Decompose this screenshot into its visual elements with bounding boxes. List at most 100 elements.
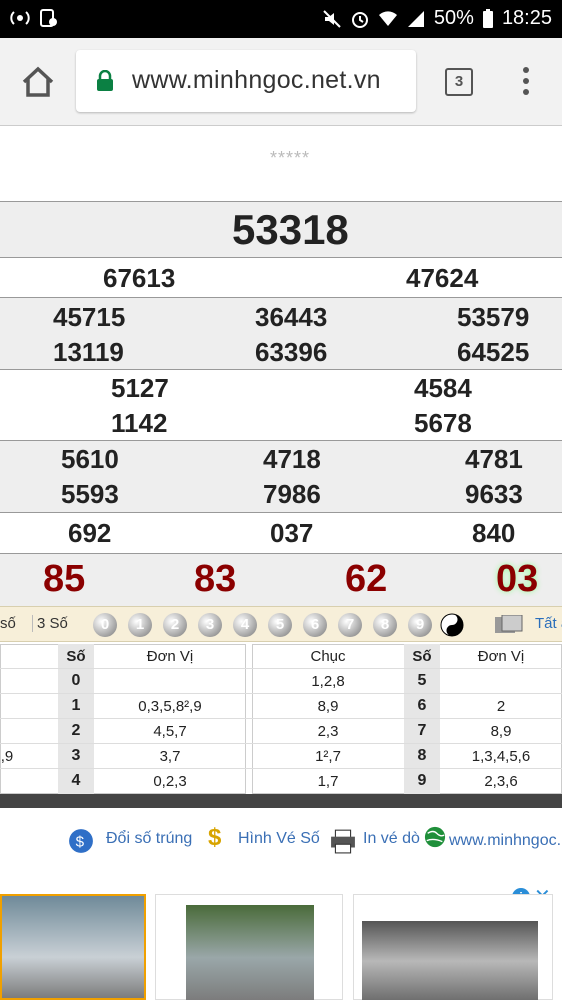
header-chuc: Chục — [310, 648, 346, 665]
prize-number: 45715 — [53, 302, 126, 332]
header-don-vi: Đơn Vị — [146, 648, 194, 665]
cell-so: 1 — [71, 697, 81, 714]
prize-number: 4781 — [465, 444, 523, 474]
prize-number: 5593 — [61, 479, 119, 509]
table-row: 0 1,2,8 5 — [0, 668, 562, 693]
home-icon[interactable] — [20, 64, 56, 100]
browser-toolbar: www.minhngoc.net.vn 3 — [0, 38, 562, 126]
loto-table: Số Đơn Vị Chục Số Đơn Vị 0 1,2,8 5 1 0,3… — [0, 644, 562, 804]
digit-filter-bar: số 3 Số 0 1 2 3 4 5 6 7 8 9 Tất a — [0, 606, 562, 642]
url-text: www.minhngoc.net.vn — [132, 66, 381, 94]
cell-chuc: 1,7 — [317, 773, 339, 790]
cell-so: 3 — [71, 747, 81, 764]
prize-number: 67613 — [103, 263, 176, 293]
stars-decoration: ***** — [269, 148, 311, 168]
ad-banner[interactable]: i ✕ — [0, 884, 562, 1000]
prize-number: 840 — [472, 518, 516, 548]
clock-time: 18:25 — [501, 7, 552, 29]
tab-switcher-button[interactable]: 3 — [445, 68, 473, 96]
link-in-ve-do[interactable]: In vé dò — [363, 830, 420, 848]
prize-1-row: 67613 47624 — [0, 257, 562, 297]
ad-image[interactable] — [353, 894, 553, 1000]
digit-ball-4[interactable]: 4 — [233, 613, 257, 637]
printer-icon — [331, 829, 355, 854]
tab-3-so[interactable]: 3 Số — [32, 615, 68, 632]
prize-number: 4718 — [263, 444, 321, 474]
prize-number: 62 — [345, 558, 388, 600]
table-row: 2 4,5,7 2,3 7 8,9 — [0, 718, 562, 743]
special-prize-row: 53318 — [0, 201, 562, 257]
dollar-icon: $ — [208, 824, 222, 851]
images-icon[interactable] — [494, 615, 524, 635]
digit-ball-6[interactable]: 6 — [303, 613, 327, 637]
digit-ball-3[interactable]: 3 — [198, 613, 222, 637]
prize-number: 83 — [194, 558, 237, 600]
prize-number: 037 — [270, 518, 314, 548]
mute-icon — [323, 9, 341, 28]
cell-so: 9 — [417, 772, 427, 789]
cell-so: 0 — [71, 672, 81, 689]
digit-ball-9[interactable]: 9 — [408, 613, 432, 637]
overflow-menu-icon[interactable] — [516, 64, 536, 100]
prize-number: 5678 — [414, 408, 472, 438]
lottery-results-page: ***** 53318 67613 47624 45715 36443 5357… — [0, 126, 562, 1000]
table-row: 4 0,2,3 1,7 9 2,3,6 — [0, 768, 562, 793]
cell-don-vi: 0,3,5,8²,9 — [138, 698, 202, 715]
digit-ball-2[interactable]: 2 — [163, 613, 187, 637]
cell-don-vi: 3,7 — [159, 748, 181, 765]
prize-2-row: 45715 36443 53579 13119 63396 64525 — [0, 297, 562, 369]
battery-percent: 50% — [433, 7, 474, 29]
prize-3-row: 5127 4584 1142 5678 — [0, 369, 562, 440]
digit-ball-5[interactable]: 5 — [268, 613, 292, 637]
digit-ball-1[interactable]: 1 — [128, 613, 152, 637]
battery-icon — [482, 8, 493, 28]
cell-don-vi: 2,3,6 — [484, 773, 518, 790]
lock-icon — [97, 70, 113, 91]
digit-ball-0[interactable]: 0 — [93, 613, 117, 637]
prize-6-row: 85 83 62 03 — [0, 553, 562, 606]
link-hinh-ve-so[interactable]: Hình Vé Số — [238, 830, 320, 848]
cell-so: 4 — [71, 772, 81, 789]
tab-so[interactable]: số — [0, 615, 16, 632]
digit-ball-7[interactable]: 7 — [338, 613, 362, 637]
prize-number: 9633 — [465, 479, 523, 509]
ad-image[interactable] — [155, 894, 343, 1000]
prize-number: 64525 — [457, 337, 530, 367]
prize-number: 47624 — [406, 263, 479, 293]
alarm-icon — [351, 11, 368, 28]
prize-number: 5610 — [61, 444, 119, 474]
prize-number: 85 — [43, 558, 86, 600]
prize-number: 63396 — [255, 337, 328, 367]
prize-5-row: 692 037 840 — [0, 512, 562, 553]
prize-number: 36443 — [255, 302, 328, 332]
cell-don-vi: 2 — [496, 698, 506, 715]
cell-don-vi: 4,5,7 — [153, 723, 187, 740]
all-link[interactable]: Tất a — [535, 615, 562, 632]
digit-ball-8[interactable]: 8 — [373, 613, 397, 637]
svg-text:$: $ — [76, 833, 85, 850]
cell-so: 5 — [417, 672, 427, 689]
footer-links: $ Đổi số trúng $ Hình Vé Số In vé dò www… — [0, 816, 562, 866]
link-website[interactable]: www.minhngoc. — [449, 832, 561, 850]
prize-number: 4584 — [414, 373, 472, 403]
section-divider — [0, 794, 562, 808]
special-prize-number: 53318 — [232, 206, 349, 253]
cell-chuc: 2,3 — [317, 723, 339, 740]
cell-chuc: 1²,7 — [315, 748, 341, 765]
prize-number: 1142 — [111, 408, 168, 438]
screenshot-icon — [40, 9, 57, 27]
cell-so: 2 — [71, 722, 81, 739]
prize-number-highlighted: 03 — [496, 558, 539, 600]
cell-don-vi: 0,2,3 — [153, 773, 187, 790]
ad-image[interactable] — [0, 894, 146, 1000]
yin-yang-icon[interactable] — [440, 613, 464, 637]
wifi-icon — [378, 10, 397, 26]
cell-so: 7 — [417, 722, 427, 739]
address-bar[interactable]: www.minhngoc.net.vn — [76, 50, 416, 112]
link-doi-so-trung[interactable]: Đổi số trúng — [106, 830, 192, 848]
table-row: ,9 3 3,7 1²,7 8 1,3,4,5,6 — [0, 743, 562, 768]
prize-number: 13119 — [53, 337, 124, 367]
header-don-vi: Đơn Vị — [477, 648, 525, 665]
exchange-icon: $ — [69, 829, 93, 853]
prize-number: 53579 — [457, 302, 530, 332]
